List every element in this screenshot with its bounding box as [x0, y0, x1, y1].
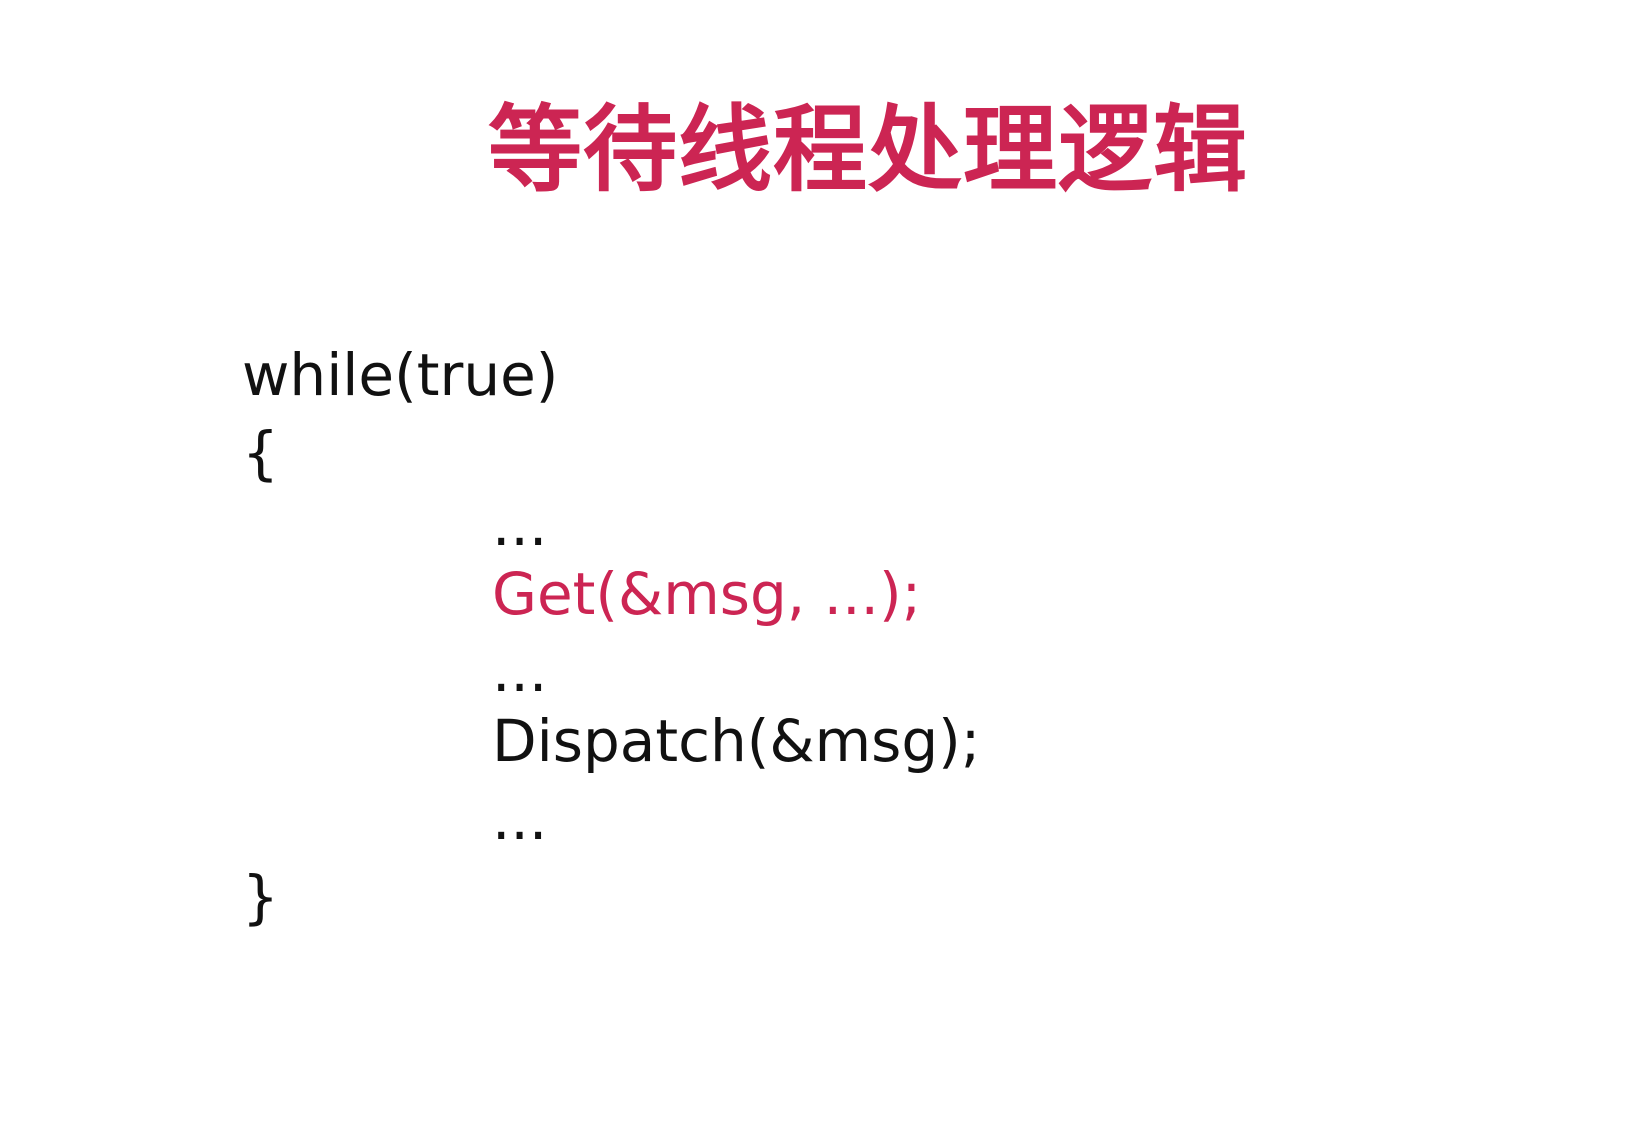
code-line-close-brace: }: [242, 863, 279, 931]
code-line-get: Get(&msg, ...);: [492, 560, 922, 628]
code-block: while(true) { ... Get(&msg, ...); ... Di…: [0, 0, 1638, 1142]
code-line-ellipsis: ...: [492, 637, 548, 705]
code-line-ellipsis: ...: [492, 785, 548, 853]
code-line-ellipsis: ...: [492, 491, 548, 559]
code-line-while: while(true): [242, 341, 559, 409]
code-line-dispatch: Dispatch(&msg);: [492, 707, 981, 775]
code-line-open-brace: {: [242, 419, 279, 487]
slide: 等待线程处理逻辑 while(true) { ... Get(&msg, ...…: [0, 0, 1638, 1142]
